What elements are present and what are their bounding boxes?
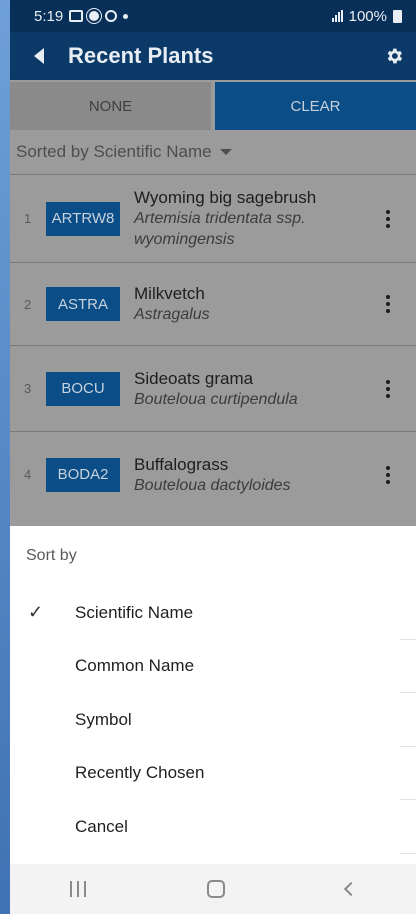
phone-screen: 5:19 100% Recent Plants NONE CLEAR Sorte… [10,0,416,914]
overflow-menu-icon[interactable] [386,379,390,398]
sort-bottom-sheet: Sort by ✓ Scientific Name Common Name Sy… [10,526,416,864]
plant-names: Buffalograss Bouteloua dactyloides [134,454,364,496]
option-label: Recently Chosen [75,763,205,783]
recents-icon[interactable] [70,881,87,897]
check-icon: ✓ [28,602,44,623]
option-label: Common Name [75,656,195,676]
plant-list: 1 ARTRW8 Wyoming big sagebrush Artemisia… [10,174,416,517]
battery-percent: 100% [348,7,387,25]
system-nav-bar [10,864,416,914]
back-button[interactable] [10,48,68,64]
scientific-name: Bouteloua curtipendula [134,390,298,408]
symbol-badge: BOCU [46,371,120,406]
sort-label: Sorted by Scientific Name [16,142,212,161]
gear-icon [387,48,403,64]
cancel-button[interactable]: Cancel [10,800,416,854]
plant-row[interactable]: 2 ASTRA Milkvetch Astragalus [10,262,416,345]
row-number: 3 [24,381,32,396]
common-name: Milkvetch [134,284,205,303]
sort-dropdown[interactable]: Sorted by Scientific Name [10,130,416,174]
selection-toggle-bar: NONE CLEAR [10,80,416,130]
notification-dot-icon [123,13,129,19]
symbol-badge: ASTRA [46,287,120,321]
symbol-badge: ARTRW8 [46,201,120,236]
plant-names: Sideoats grama Bouteloua curtipendula [134,368,364,410]
plant-names: Wyoming big sagebrush Artemisia tridenta… [134,187,364,250]
home-icon[interactable] [206,880,225,898]
app-bar: Recent Plants [10,32,416,80]
status-time: 5:19 [34,7,64,25]
common-name: Wyoming big sagebrush [134,188,317,207]
option-label: Cancel [75,816,128,836]
battery-icon [393,9,402,23]
none-button[interactable]: NONE [10,82,211,130]
sort-option-scientific-name[interactable]: ✓ Scientific Name [10,586,416,640]
plant-row[interactable]: 3 BOCU Sideoats grama Bouteloua curtipen… [10,345,416,431]
sheet-title: Sort by [26,547,77,564]
screen-border [0,0,10,914]
plant-row[interactable]: 1 ARTRW8 Wyoming big sagebrush Artemisia… [10,174,416,262]
option-label: Symbol [75,709,132,729]
common-name: Buffalograss [134,454,229,474]
status-bar: 5:19 100% [10,0,416,32]
common-name: Sideoats grama [134,368,254,388]
clear-button[interactable]: CLEAR [215,82,416,130]
page-title: Recent Plants [68,43,214,68]
row-number: 1 [24,211,32,226]
caret-down-icon [219,149,232,155]
plant-names: Milkvetch Astragalus [134,283,364,325]
symbol-badge: BODA2 [46,457,120,492]
sort-option-common-name[interactable]: Common Name [10,640,416,693]
sync-icon [105,10,118,22]
overflow-menu-icon[interactable] [386,465,390,484]
back-arrow-icon [34,48,44,64]
signal-icon [331,10,343,22]
sort-option-recently-chosen[interactable]: Recently Chosen [10,747,416,800]
gallery-notification-icon [69,10,84,22]
scientific-name: Bouteloua dactyloides [134,476,291,494]
divider [400,852,416,854]
option-label: Scientific Name [75,602,194,622]
sort-option-symbol[interactable]: Symbol [10,693,416,747]
nav-back-icon[interactable] [343,881,358,897]
scientific-name: Astragalus [134,306,210,323]
plant-row[interactable]: 4 BODA2 Buffalograss Bouteloua dactyloid… [10,431,416,517]
brightness-icon [89,11,100,21]
overflow-menu-icon[interactable] [386,295,390,313]
overflow-menu-icon[interactable] [386,209,390,228]
row-number: 4 [24,467,32,482]
settings-button[interactable] [384,46,404,66]
scientific-name: Artemisia tridentata ssp. wyomingensis [134,210,306,248]
row-number: 2 [24,296,32,312]
